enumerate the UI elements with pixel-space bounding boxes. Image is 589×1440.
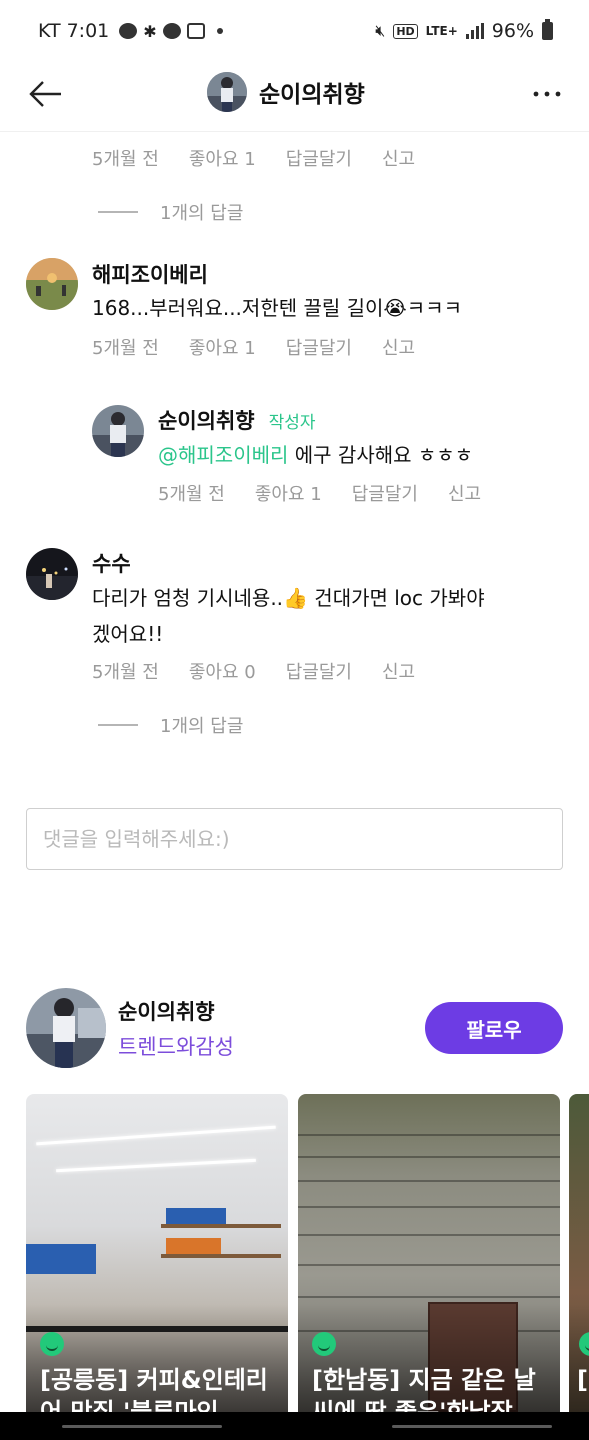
cups bbox=[166, 1238, 221, 1254]
reply-button[interactable]: 답글달기 bbox=[286, 145, 352, 171]
comment-author[interactable]: 수수 bbox=[92, 548, 131, 578]
stair-step bbox=[298, 1156, 560, 1158]
view-replies-toggle[interactable]: 1개의 답글 bbox=[98, 712, 243, 738]
chat-bubble-icon bbox=[162, 23, 181, 39]
ceiling-light bbox=[36, 1125, 276, 1146]
comment-input[interactable] bbox=[26, 808, 563, 870]
comment-author[interactable]: 해피조이베리 bbox=[92, 259, 208, 289]
post-title: [ bbox=[577, 1366, 588, 1394]
follow-button[interactable]: 팔로우 bbox=[425, 1002, 563, 1054]
smile-badge-icon bbox=[40, 1332, 64, 1356]
kakaotalk-icon bbox=[119, 23, 138, 39]
comment-text: 168...부러워요...저한텐 끌릴 길이😭ㅋㅋㅋ bbox=[92, 296, 463, 320]
back-arrow-icon bbox=[29, 81, 61, 107]
comment-text-line: 다리가 엄청 기시네용..👍 건대가면 loc 가봐야 bbox=[92, 586, 485, 610]
slack-icon: ✱ bbox=[143, 21, 157, 41]
reply-body: 에구 감사해요 ㅎㅎㅎ bbox=[288, 443, 474, 467]
signal-icon bbox=[465, 23, 484, 39]
stair-step bbox=[298, 1180, 560, 1182]
stair-step bbox=[298, 1134, 560, 1136]
avatar[interactable] bbox=[26, 258, 78, 310]
smile-badge-icon bbox=[312, 1332, 336, 1356]
page-title: 순이의취향 bbox=[259, 82, 365, 108]
carrier-label: KT bbox=[38, 20, 61, 42]
comment-time: 5개월 전 bbox=[158, 484, 225, 505]
report-button[interactable]: 신고 bbox=[382, 658, 415, 684]
system-navigation-bar bbox=[0, 1412, 589, 1440]
clock: 7:01 bbox=[66, 20, 110, 42]
header-profile[interactable]: 순이의취향 bbox=[207, 72, 365, 112]
comment-time: 5개월 전 bbox=[92, 149, 159, 170]
more-notifications-icon bbox=[216, 28, 223, 34]
reply-author-name[interactable]: 순이의취향 bbox=[158, 409, 255, 433]
stair-step bbox=[298, 1234, 560, 1236]
status-bar: KT 7:01 ✱ 🔇︎ HD LTE+ 96% bbox=[0, 0, 589, 62]
reply-author: 순이의취향 작성자 bbox=[158, 405, 316, 435]
notification-icons: ✱ bbox=[119, 21, 223, 41]
hd-voice-icon: HD bbox=[393, 23, 418, 39]
more-dots-icon bbox=[533, 91, 561, 97]
reply-text: @해피조이베리 에구 감사해요 ㅎㅎㅎ bbox=[158, 437, 473, 474]
more-options-button[interactable] bbox=[527, 74, 567, 114]
report-button[interactable]: 신고 bbox=[382, 145, 415, 171]
stair-step bbox=[298, 1206, 560, 1208]
shelf bbox=[161, 1254, 281, 1258]
comment-meta: 5개월 전 좋아요 1 답글달기 신고 bbox=[92, 145, 415, 171]
cups bbox=[166, 1208, 226, 1224]
replies-count: 1개의 답글 bbox=[160, 203, 244, 224]
comment-time: 5개월 전 bbox=[92, 338, 159, 359]
reply-button[interactable]: 답글달기 bbox=[286, 658, 352, 684]
ceiling-light bbox=[56, 1158, 256, 1173]
reply-meta: 5개월 전 좋아요 1 답글달기 신고 bbox=[158, 480, 481, 506]
back-button[interactable] bbox=[26, 74, 66, 114]
avatar bbox=[207, 72, 247, 112]
avatar[interactable] bbox=[26, 988, 106, 1068]
stair-step bbox=[298, 1264, 560, 1266]
view-replies-toggle[interactable]: 1개의 답글 bbox=[98, 199, 243, 225]
profile-name[interactable]: 순이의취향 bbox=[118, 996, 215, 1026]
like-button[interactable]: 좋아요 0 bbox=[189, 658, 256, 684]
like-button[interactable]: 좋아요 1 bbox=[189, 145, 256, 171]
battery-percent: 96% bbox=[491, 20, 534, 42]
comment-time: 5개월 전 bbox=[92, 662, 159, 683]
mention-link[interactable]: @해피조이베리 bbox=[158, 443, 288, 467]
like-button[interactable]: 좋아요 1 bbox=[189, 334, 256, 360]
report-button[interactable]: 신고 bbox=[448, 480, 481, 506]
status-right: 🔇︎ HD LTE+ 96% bbox=[375, 19, 553, 42]
replies-divider bbox=[98, 211, 138, 213]
report-button[interactable]: 신고 bbox=[382, 334, 415, 360]
profile-category[interactable]: 트렌드와감성 bbox=[118, 1031, 234, 1061]
nav-handle[interactable] bbox=[392, 1425, 552, 1428]
reply-button[interactable]: 답글달기 bbox=[286, 334, 352, 360]
gallery-icon bbox=[186, 23, 205, 39]
comment-meta: 5개월 전 좋아요 1 답글달기 신고 bbox=[92, 334, 415, 360]
cups bbox=[26, 1244, 96, 1274]
comment-text-line: 겠어요!! bbox=[92, 622, 164, 646]
stair-step bbox=[298, 1296, 560, 1298]
status-left: KT 7:01 ✱ bbox=[38, 20, 223, 42]
avatar[interactable] bbox=[92, 405, 144, 457]
top-app-bar: 순이의취향 bbox=[0, 62, 589, 132]
author-badge: 작성자 bbox=[268, 413, 316, 433]
nav-handle[interactable] bbox=[62, 1425, 222, 1428]
network-type: LTE+ bbox=[425, 24, 458, 38]
post-card[interactable]: [공릉동] 커피&인테리어 맛집 '블루마인 bbox=[26, 1094, 288, 1424]
replies-divider bbox=[98, 724, 138, 726]
post-card[interactable]: [한남동] 지금 같은 날씨에 딱 좋은'한남작 bbox=[298, 1094, 560, 1424]
battery-icon bbox=[542, 19, 553, 40]
shelf bbox=[161, 1224, 281, 1228]
avatar[interactable] bbox=[26, 548, 78, 600]
mute-icon: 🔇︎ bbox=[375, 21, 386, 40]
replies-count: 1개의 답글 bbox=[160, 716, 244, 737]
like-button[interactable]: 좋아요 1 bbox=[255, 480, 322, 506]
reply-button[interactable]: 답글달기 bbox=[352, 480, 418, 506]
post-card[interactable]: [ bbox=[569, 1094, 589, 1424]
comment-meta: 5개월 전 좋아요 0 답글달기 신고 bbox=[92, 658, 415, 684]
